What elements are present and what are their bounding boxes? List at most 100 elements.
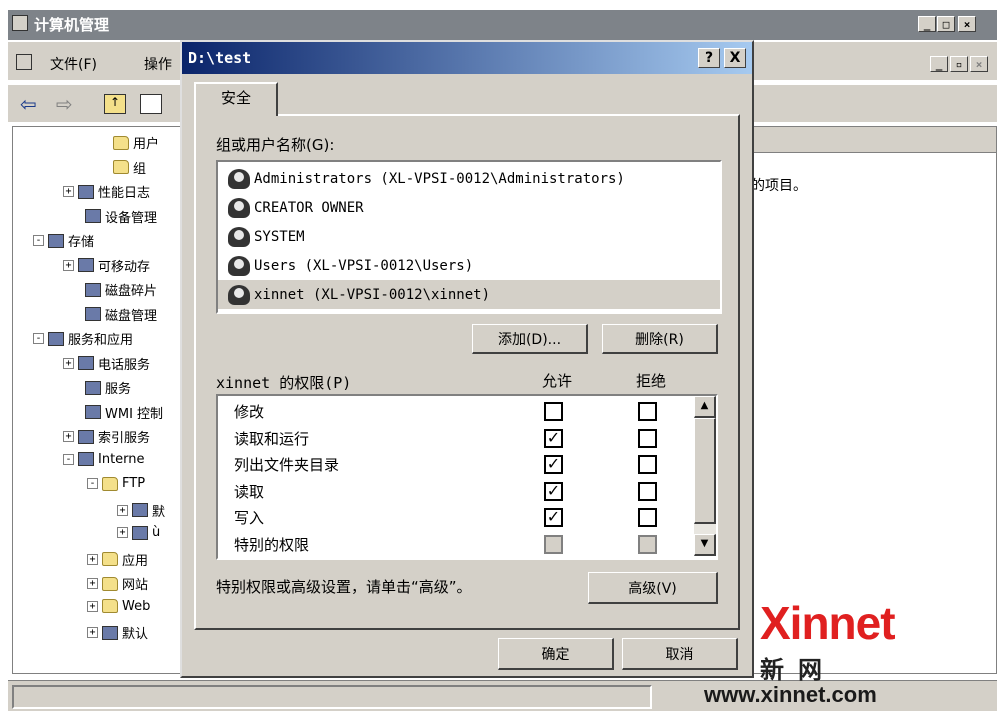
remove-button[interactable]: 删除(R)	[602, 324, 718, 354]
services-apps-icon	[48, 331, 64, 346]
allow-checkbox[interactable]	[544, 402, 563, 421]
cancel-button[interactable]: 取消	[622, 638, 738, 670]
permission-name: 写入	[234, 509, 265, 527]
permission-name: 列出文件夹目录	[234, 456, 340, 474]
tree-item-label: 用户	[133, 137, 160, 152]
allow-checkbox	[544, 534, 563, 554]
tree-item[interactable]: 磁盘碎片	[85, 280, 157, 299]
allow-checkbox[interactable]: ✓	[544, 455, 563, 474]
collapse-icon[interactable]: -	[87, 478, 98, 489]
scroll-thumb[interactable]	[694, 418, 716, 524]
allow-checkbox[interactable]: ✓	[544, 428, 563, 448]
folder-icon	[102, 552, 118, 566]
expand-icon[interactable]: +	[63, 431, 74, 442]
allow-checkbox[interactable]: ✓	[544, 508, 563, 527]
deny-checkbox[interactable]	[638, 481, 657, 501]
tree-item-label: 组	[133, 161, 147, 177]
group-name: CREATOR OWNER	[254, 199, 364, 216]
tab-security[interactable]: 安全	[194, 82, 278, 116]
scroll-right-button[interactable]	[977, 653, 995, 671]
forward-arrow-icon[interactable]: ⇨	[56, 92, 73, 116]
tree-item-label: 默认	[122, 627, 149, 642]
tree-item[interactable]: 服务	[85, 378, 131, 397]
deny-checkbox[interactable]	[638, 428, 657, 448]
deny-checkbox[interactable]	[638, 508, 657, 527]
group-list-item[interactable]: xinnet (XL-VPSI-0012\xinnet)	[218, 280, 720, 309]
permission-name: 修改	[234, 403, 265, 421]
expand-icon[interactable]: +	[87, 627, 98, 638]
ok-button[interactable]: 确定	[498, 638, 614, 670]
add-button[interactable]: 添加(D)...	[472, 324, 588, 354]
collapse-icon[interactable]: -	[33, 333, 44, 344]
permission-row: 修改	[218, 398, 694, 425]
tree-item-label: ù	[152, 525, 161, 540]
group-name: SYSTEM	[254, 228, 305, 245]
expand-icon[interactable]: +	[63, 186, 74, 197]
expand-icon[interactable]: +	[87, 600, 98, 612]
telephony-icon	[78, 356, 94, 370]
child-restore-button[interactable]: ▫	[950, 56, 968, 72]
tree-item[interactable]: + Web	[87, 599, 150, 614]
tree-item[interactable]: + 网站	[87, 574, 148, 593]
maximize-button[interactable]: □	[937, 16, 955, 32]
tree-item[interactable]: 磁盘管理	[85, 305, 157, 324]
scroll-up-button[interactable]: ▲	[694, 396, 716, 418]
expand-icon[interactable]: +	[117, 527, 128, 538]
tree-item[interactable]: + 应用	[87, 550, 148, 569]
scroll-down-button[interactable]: ▼	[694, 534, 716, 556]
tree-item[interactable]: + 电话服务	[63, 354, 150, 373]
tree-item[interactable]: + 可移动存	[63, 256, 150, 275]
collapse-icon[interactable]: -	[63, 453, 74, 465]
tree-item[interactable]: + 索引服务	[63, 427, 150, 446]
expand-icon[interactable]: +	[63, 259, 74, 271]
tree-item[interactable]: - Interne	[63, 452, 145, 467]
tree-item[interactable]: - 服务和应用	[33, 329, 133, 348]
tree-item-label: 应用	[122, 553, 149, 569]
allow-checkbox[interactable]: ✓	[544, 481, 563, 501]
tree-item[interactable]: 组	[113, 158, 146, 177]
tree-item-label: 索引服务	[98, 431, 151, 446]
collapse-icon[interactable]: -	[33, 235, 44, 246]
tree-item[interactable]: 用户	[113, 133, 159, 152]
expand-icon[interactable]: +	[87, 553, 98, 565]
menu-action[interactable]: 操作	[144, 54, 172, 74]
permission-row: 特别的权限	[218, 531, 694, 558]
group-list-item[interactable]: CREATOR OWNER	[218, 193, 720, 222]
tree-item-label: 服务	[105, 382, 132, 397]
tree-item-label: 电话服务	[98, 357, 151, 373]
tree-item[interactable]: + ù	[117, 525, 160, 540]
tree-item[interactable]: - FTP	[87, 476, 145, 491]
group-list-item[interactable]: Administrators (XL-VPSI-0012\Administrat…	[218, 164, 720, 193]
minimize-button[interactable]: _	[918, 16, 936, 32]
tree-item[interactable]: WMI 控制	[85, 403, 163, 422]
dialog-close-button[interactable]: X	[724, 48, 746, 68]
expand-icon[interactable]: +	[87, 578, 98, 589]
up-folder-icon[interactable]: ↑	[104, 94, 126, 114]
close-button[interactable]: ×	[958, 16, 976, 32]
show-tree-icon[interactable]	[140, 94, 162, 114]
permission-row: 读取和运行 ✓	[218, 425, 694, 452]
expand-icon[interactable]: +	[63, 357, 74, 369]
expand-icon[interactable]: +	[117, 504, 128, 516]
group-list-item[interactable]: Users (XL-VPSI-0012\Users)	[218, 251, 720, 280]
child-close-button[interactable]: ×	[970, 56, 988, 72]
permission-row: 写入 ✓	[218, 504, 694, 531]
child-minimize-button[interactable]: _	[930, 56, 948, 72]
help-button[interactable]: ?	[698, 48, 720, 68]
tree-item[interactable]: + 默	[117, 501, 165, 520]
back-arrow-icon[interactable]: ⇦	[20, 92, 37, 116]
tree-item-label: 存储	[68, 235, 95, 250]
tree-item-label: 磁盘碎片	[105, 284, 158, 299]
tree-item[interactable]: + 默认	[87, 623, 148, 642]
tree-item[interactable]: - 存储	[33, 231, 94, 250]
deny-checkbox[interactable]	[638, 402, 657, 421]
advanced-button[interactable]: 高级(V)	[588, 572, 718, 604]
group-list-item[interactable]: SYSTEM	[218, 222, 720, 251]
group-list[interactable]: Administrators (XL-VPSI-0012\Administrat…	[216, 160, 722, 314]
deny-checkbox[interactable]	[638, 455, 657, 474]
tree-item[interactable]: + 性能日志	[63, 182, 150, 201]
tree-item[interactable]: 设备管理	[85, 207, 157, 226]
default-smtp-icon	[102, 625, 118, 640]
menu-file[interactable]: 文件(F)	[50, 54, 97, 74]
permissions-scrollbar[interactable]: ▲ ▼	[694, 396, 716, 556]
